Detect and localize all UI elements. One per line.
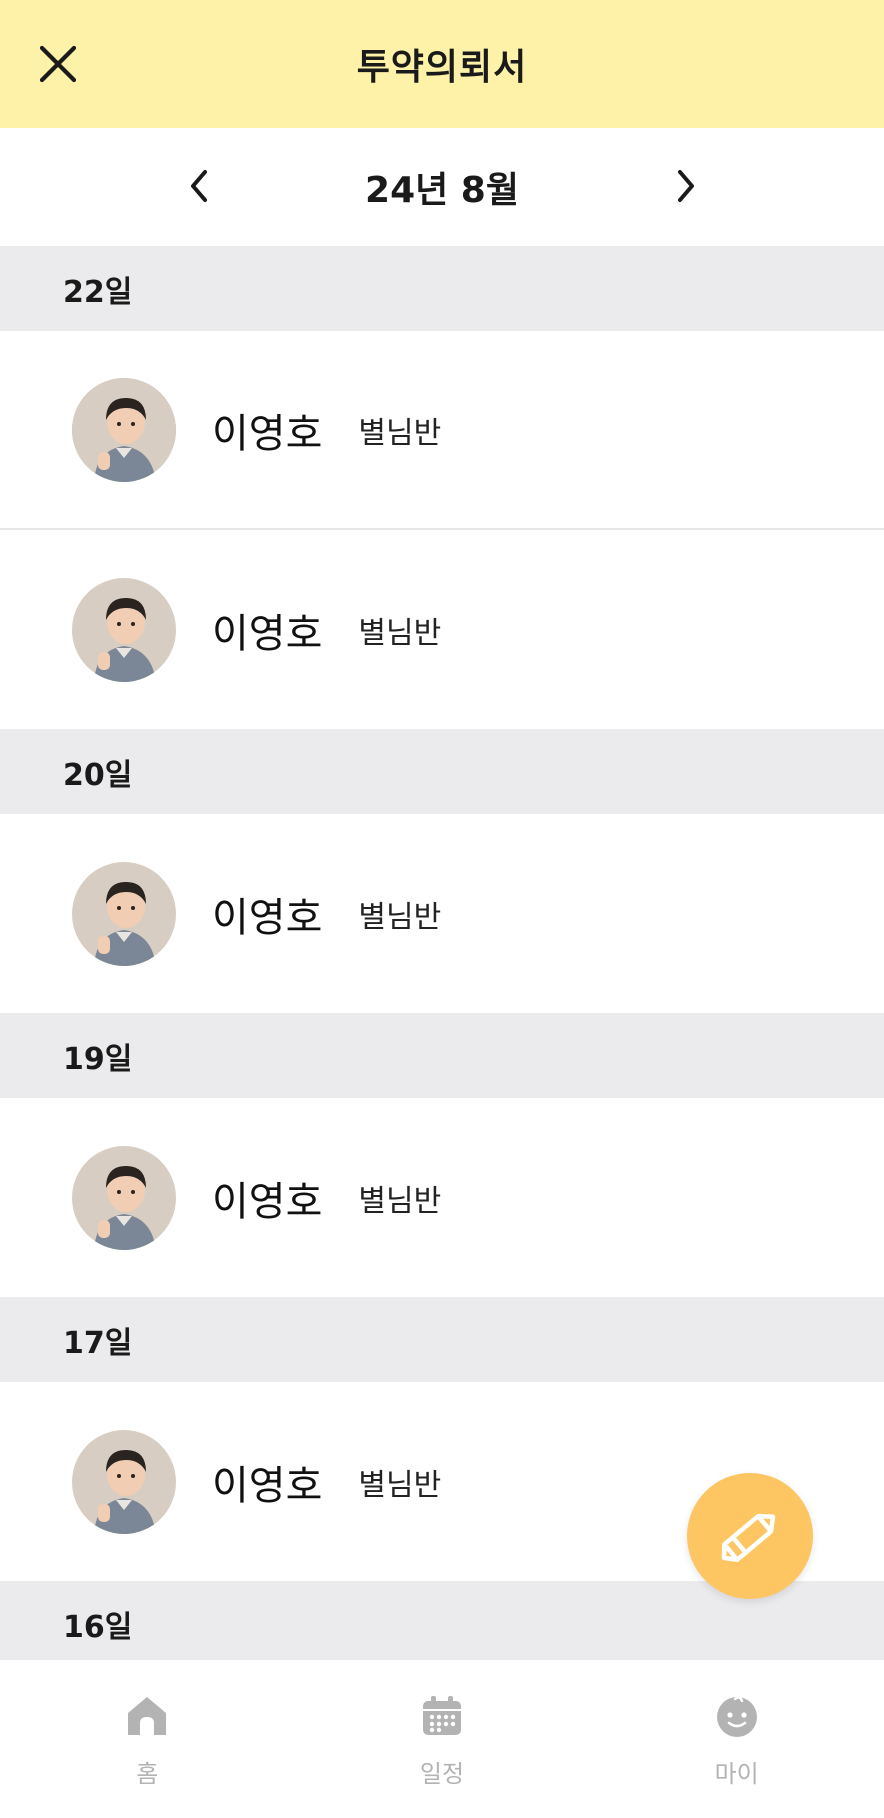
child-name: 이영호 <box>212 410 323 457</box>
class-name: 별님반 <box>358 899 442 935</box>
page-title: 투약의뢰서 <box>356 47 528 88</box>
pencil-icon <box>721 1513 776 1562</box>
tab-home[interactable]: 홈 <box>0 1660 295 1818</box>
class-name: 별님반 <box>358 415 442 451</box>
list-item[interactable]: 이영호 별님반 <box>0 530 884 729</box>
class-name: 별님반 <box>358 1467 442 1503</box>
date-header: 17일 <box>0 1297 884 1382</box>
baby-face-icon <box>713 1692 761 1740</box>
class-name: 별님반 <box>358 1183 442 1219</box>
tab-schedule[interactable]: 일정 <box>295 1660 590 1818</box>
prev-month-button[interactable] <box>171 158 227 214</box>
date-header: 20일 <box>0 729 884 814</box>
tab-my[interactable]: 마이 <box>589 1660 884 1818</box>
child-name: 이영호 <box>212 894 323 941</box>
tab-my-label: 마이 <box>714 1760 759 1788</box>
child-name: 이영호 <box>212 1178 323 1225</box>
avatar <box>72 377 176 482</box>
bottom-tab-bar: 홈 일정 마이 <box>0 1660 884 1818</box>
list-item[interactable]: 이영호 별님반 <box>0 331 884 530</box>
avatar <box>72 861 176 966</box>
child-photo <box>72 1429 176 1534</box>
home-icon <box>123 1692 171 1740</box>
medication-request-list: 22일 이영호 별님반 이영호 별님반 20일 이영호 별님반 19일 이영호 … <box>0 246 884 1666</box>
next-month-button[interactable] <box>658 158 714 214</box>
tab-home-label: 홈 <box>136 1760 159 1788</box>
child-photo <box>72 861 176 966</box>
avatar <box>72 1429 176 1534</box>
date-header: 19일 <box>0 1013 884 1098</box>
child-photo <box>72 377 176 482</box>
current-month-label: 24년 8월 <box>365 170 519 211</box>
child-photo <box>72 1145 176 1250</box>
close-button[interactable] <box>30 36 86 92</box>
chevron-left-icon <box>191 170 207 202</box>
avatar <box>72 577 176 682</box>
month-navigator: 24년 8월 <box>0 128 884 246</box>
top-header: 투약의뢰서 <box>0 0 884 128</box>
child-photo <box>72 577 176 682</box>
avatar <box>72 1145 176 1250</box>
list-item[interactable]: 이영호 별님반 <box>0 814 884 1013</box>
tab-schedule-label: 일정 <box>419 1760 465 1788</box>
app-root: 투약의뢰서 24년 8월 22일 이영호 별님반 이영호 별님반 20일 이영호… <box>0 0 884 1818</box>
child-name: 이영호 <box>212 610 323 657</box>
date-header: 22일 <box>0 246 884 331</box>
class-name: 별님반 <box>358 615 442 651</box>
write-request-button[interactable] <box>687 1473 813 1599</box>
child-name: 이영호 <box>212 1462 323 1509</box>
close-icon <box>39 45 77 83</box>
calendar-icon <box>418 1692 466 1740</box>
list-item[interactable]: 이영호 별님반 <box>0 1098 884 1297</box>
chevron-right-icon <box>678 170 694 202</box>
